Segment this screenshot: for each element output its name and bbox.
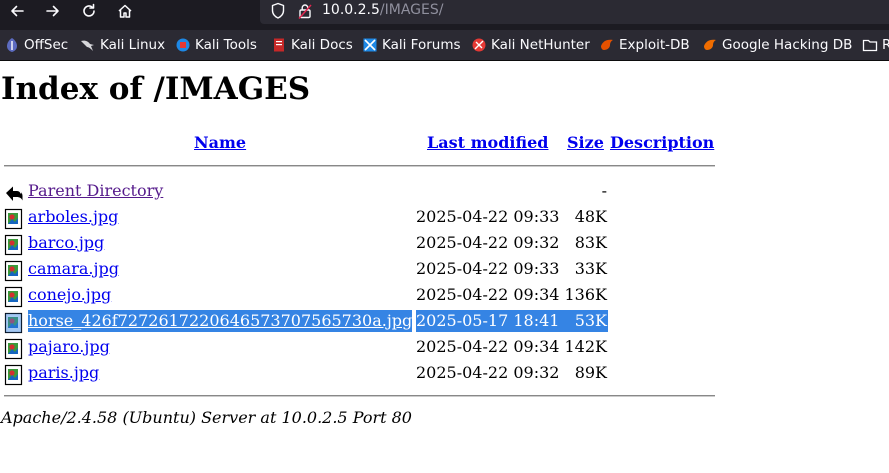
reload-button[interactable] bbox=[76, 0, 102, 22]
server-signature: Apache/2.4.58 (Ubuntu) Server at 10.0.2.… bbox=[1, 408, 412, 427]
column-header-size[interactable]: Size bbox=[567, 133, 604, 153]
column-header-description[interactable]: Description bbox=[610, 133, 714, 153]
ghdb-icon bbox=[702, 37, 718, 53]
insecure-lock-icon[interactable] bbox=[297, 2, 313, 20]
parent-directory-row: Parent Directory - bbox=[0, 180, 720, 204]
header-divider bbox=[4, 165, 715, 167]
file-link[interactable]: camara.jpg bbox=[28, 259, 119, 279]
bookmark-kali-forums[interactable]: Kali Forums bbox=[362, 36, 461, 54]
bookmark-label: Kali Linux bbox=[100, 37, 166, 53]
image-file-icon bbox=[4, 312, 23, 334]
file-size: 48K bbox=[574, 207, 607, 226]
folder-icon bbox=[862, 37, 878, 53]
bookmark-ghdb[interactable]: Google Hacking DB bbox=[702, 36, 852, 54]
file-row: barco.jpg 2025-04-22 09:32 83K bbox=[0, 232, 720, 256]
kali-dragon-icon bbox=[80, 37, 96, 53]
file-date: 2025-04-22 09:34 bbox=[416, 337, 560, 356]
kali-forums-icon bbox=[362, 37, 378, 53]
arrow-left-icon bbox=[11, 5, 24, 17]
parent-directory-link[interactable]: Parent Directory bbox=[28, 181, 163, 201]
arrow-right-icon bbox=[46, 5, 59, 17]
bookmark-label: R bbox=[882, 36, 889, 54]
back-button[interactable] bbox=[4, 0, 30, 22]
file-row-selected: horse_426f7272617220646573707565730a.jpg… bbox=[0, 310, 720, 334]
bookmark-label: Google Hacking DB bbox=[722, 37, 853, 53]
image-file-icon bbox=[4, 338, 23, 360]
tracking-shield-icon[interactable] bbox=[270, 2, 286, 20]
file-date: 2025-04-22 09:34 bbox=[416, 285, 560, 304]
bookmarks-toolbar: OffSec Kali Linux Kali Tools Kali Docs K… bbox=[0, 30, 889, 61]
url-host: 10.0.2.5 bbox=[322, 2, 380, 18]
kali-nethunter-icon bbox=[471, 37, 487, 53]
file-size: 89K bbox=[574, 363, 607, 382]
file-link[interactable]: conejo.jpg bbox=[28, 285, 111, 305]
image-file-icon bbox=[4, 208, 23, 230]
column-header-last-modified[interactable]: Last modified bbox=[427, 133, 548, 153]
file-date: 2025-05-17 18:41 bbox=[416, 311, 560, 330]
file-link[interactable]: paris.jpg bbox=[28, 363, 99, 383]
bookmark-label: Exploit-DB bbox=[619, 37, 690, 53]
bookmark-label: Kali Forums bbox=[382, 37, 461, 53]
bookmark-label: Kali Tools bbox=[195, 37, 257, 53]
bookmark-folder[interactable]: R bbox=[862, 36, 889, 54]
bookmark-label: Kali NetHunter bbox=[491, 37, 590, 53]
exploit-db-icon bbox=[599, 37, 615, 53]
url-bar[interactable]: 10.0.2.5/IMAGES/ bbox=[260, 0, 889, 24]
image-file-icon bbox=[4, 286, 23, 308]
browser-toolbar: 10.0.2.5/IMAGES/ bbox=[0, 0, 889, 30]
file-date: 2025-04-22 09:32 bbox=[416, 363, 560, 382]
file-row: camara.jpg 2025-04-22 09:33 33K bbox=[0, 258, 720, 282]
image-file-icon bbox=[4, 234, 23, 256]
file-size: 142K bbox=[564, 337, 608, 356]
kali-tools-icon bbox=[175, 37, 191, 53]
bookmark-kali-docs[interactable]: Kali Docs bbox=[271, 36, 353, 54]
kali-docs-icon bbox=[271, 37, 287, 53]
page-title: Index of /IMAGES bbox=[1, 71, 311, 107]
forward-button[interactable] bbox=[40, 0, 66, 22]
file-size: 33K bbox=[574, 259, 607, 278]
file-size: 53K bbox=[574, 311, 607, 330]
file-link[interactable]: horse_426f7272617220646573707565730a.jpg bbox=[28, 311, 412, 331]
file-row: arboles.jpg 2025-04-22 09:33 48K bbox=[0, 206, 720, 230]
file-row: pajaro.jpg 2025-04-22 09:34 142K bbox=[0, 336, 720, 360]
file-date: 2025-04-22 09:33 bbox=[416, 207, 560, 226]
offsec-icon bbox=[4, 37, 20, 53]
file-date: 2025-04-22 09:32 bbox=[416, 233, 560, 252]
file-date: 2025-04-22 09:33 bbox=[416, 259, 560, 278]
file-size: - bbox=[601, 181, 607, 200]
file-link[interactable]: pajaro.jpg bbox=[28, 337, 110, 357]
url-text[interactable]: 10.0.2.5/IMAGES/ bbox=[322, 1, 443, 19]
bookmark-label: Kali Docs bbox=[291, 37, 353, 53]
back-arrow-icon bbox=[6, 186, 23, 201]
bookmark-kali-nethunter[interactable]: Kali NetHunter bbox=[471, 36, 590, 54]
bookmark-kali-tools[interactable]: Kali Tools bbox=[175, 36, 257, 54]
file-size: 83K bbox=[574, 233, 607, 252]
reload-icon bbox=[83, 3, 95, 17]
url-path: /IMAGES/ bbox=[379, 2, 444, 18]
bookmark-exploit-db[interactable]: Exploit-DB bbox=[599, 36, 690, 54]
file-link[interactable]: arboles.jpg bbox=[28, 207, 118, 227]
bookmark-kali-linux[interactable]: Kali Linux bbox=[80, 36, 165, 54]
home-button[interactable] bbox=[112, 0, 138, 22]
footer-divider bbox=[4, 395, 715, 397]
file-link[interactable]: barco.jpg bbox=[28, 233, 104, 253]
file-size: 136K bbox=[564, 285, 608, 304]
bookmark-label: OffSec bbox=[24, 37, 69, 53]
home-icon bbox=[118, 4, 132, 18]
file-row: conejo.jpg 2025-04-22 09:34 136K bbox=[0, 284, 720, 308]
column-header-name[interactable]: Name bbox=[194, 133, 246, 153]
bookmark-offsec[interactable]: OffSec bbox=[4, 36, 68, 54]
image-file-icon bbox=[4, 260, 23, 282]
file-row: paris.jpg 2025-04-22 09:32 89K bbox=[0, 362, 720, 386]
image-file-icon bbox=[4, 364, 23, 386]
